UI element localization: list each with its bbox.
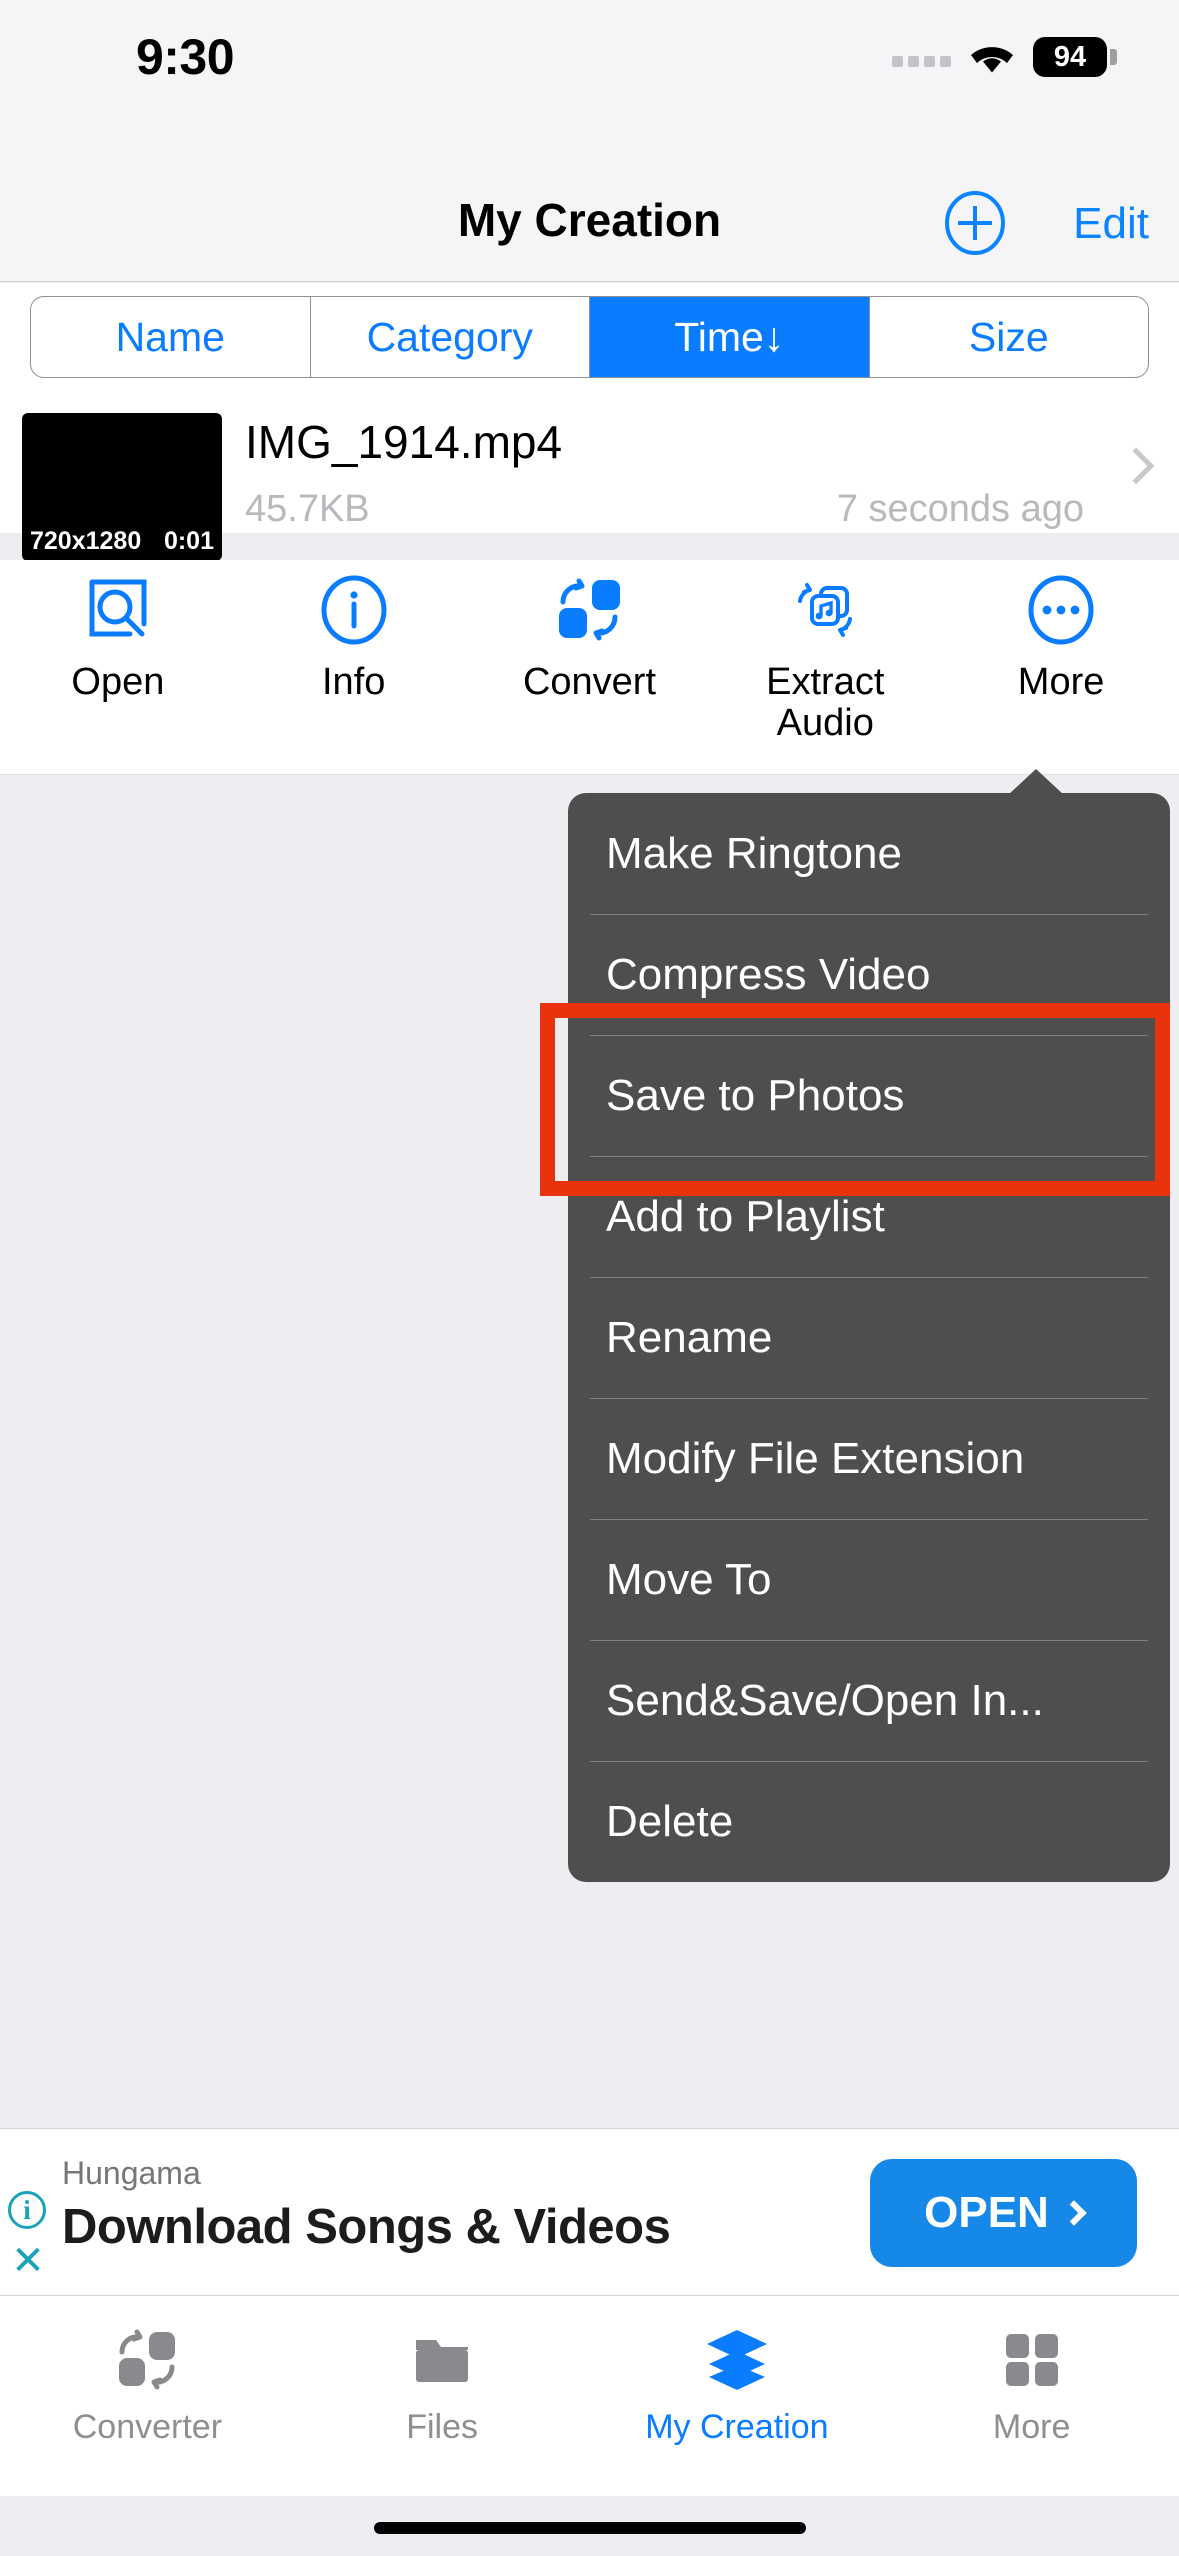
action-open[interactable]: Open [0, 560, 236, 774]
wifi-icon [967, 38, 1017, 76]
status-time: 9:30 [135, 29, 235, 85]
ad-headline: Download Songs & Videos [62, 2200, 671, 2254]
menu-item-modify-file-extension[interactable]: Modify File Extension [568, 1398, 1170, 1519]
sort-segment-size[interactable]: Size [870, 297, 1149, 377]
tab-my-creation[interactable]: My Creation [590, 2296, 885, 2496]
document-search-icon [80, 572, 156, 648]
signal-dots-icon [892, 47, 951, 67]
tab-my-creation-label: My Creation [645, 2408, 829, 2446]
navigation-bar: My Creation Edit [0, 175, 1179, 282]
action-extract-audio-label: Extract Audio [766, 661, 885, 745]
action-info[interactable]: Info [236, 560, 472, 774]
convert-icon [111, 2324, 183, 2396]
action-more[interactable]: More [943, 560, 1179, 774]
action-info-label: Info [322, 661, 386, 703]
layers-icon [701, 2324, 773, 2396]
edit-button[interactable]: Edit [1073, 199, 1149, 249]
battery-indicator: 94 [1033, 37, 1117, 77]
folder-icon [406, 2324, 478, 2396]
ellipsis-circle-icon [1023, 572, 1099, 648]
tab-converter-label: Converter [72, 2408, 223, 2446]
info-circle-icon [316, 572, 392, 648]
menu-item-add-to-playlist[interactable]: Add to Playlist [568, 1156, 1170, 1277]
close-icon[interactable]: ✕ [10, 2241, 46, 2281]
thumbnail-overlay: 720x1280 0:01 [22, 527, 222, 556]
popup-arrow-icon [1008, 769, 1064, 795]
home-indicator[interactable] [373, 2522, 806, 2534]
menu-item-compress-video[interactable]: Compress Video [568, 914, 1170, 1035]
chevron-right-icon [1061, 2200, 1087, 2226]
sort-segmented-control[interactable]: Name Category Time↓ Size [30, 296, 1149, 378]
action-open-label: Open [71, 661, 165, 703]
action-convert-label: Convert [522, 661, 657, 703]
tab-more-label: More [992, 2408, 1071, 2446]
tab-bar: Converter Files My Creation More [0, 2296, 1179, 2496]
battery-level: 94 [1033, 37, 1107, 77]
battery-tip-icon [1110, 49, 1117, 65]
ad-advertiser: Hungama [62, 2155, 201, 2191]
tab-more[interactable]: More [884, 2296, 1179, 2496]
extract-audio-icon [787, 572, 863, 648]
menu-item-move-to[interactable]: Move To [568, 1519, 1170, 1640]
menu-item-rename[interactable]: Rename [568, 1277, 1170, 1398]
more-options-popup: Make Ringtone Compress Video Save to Pho… [568, 769, 1170, 1882]
grid-icon [996, 2324, 1068, 2396]
sort-segment-name[interactable]: Name [31, 297, 311, 377]
app-screen: 9:30 94 My Creation Edit Name Category T… [0, 0, 1179, 2556]
status-indicators: 94 [892, 30, 1117, 84]
info-icon[interactable]: i [8, 2191, 46, 2229]
status-bar: 9:30 94 [0, 0, 1179, 175]
file-list-item[interactable]: 720x1280 0:01 IMG_1914.mp4 45.7KB 7 seco… [0, 393, 1179, 561]
convert-icon [551, 572, 627, 648]
ad-banner[interactable]: i ✕ Hungama Download Songs & Videos OPEN [0, 2128, 1179, 2296]
sort-bar: Name Category Time↓ Size [0, 283, 1179, 393]
menu-item-send-save-open-in[interactable]: Send&Save/Open In... [568, 1640, 1170, 1761]
thumbnail-resolution: 720x1280 [30, 527, 142, 555]
chevron-right-icon[interactable] [1117, 447, 1155, 485]
file-timestamp: 7 seconds ago [836, 488, 1084, 530]
plus-circle-icon[interactable] [943, 191, 1007, 255]
tab-converter[interactable]: Converter [0, 2296, 295, 2496]
menu-item-delete[interactable]: Delete [568, 1761, 1170, 1882]
menu-item-save-to-photos[interactable]: Save to Photos [568, 1035, 1170, 1156]
file-action-toolbar: Open Info Convert Extract Audio More [0, 560, 1179, 775]
action-more-label: More [1017, 661, 1105, 703]
action-extract-audio[interactable]: Extract Audio [707, 560, 943, 774]
menu-item-make-ringtone[interactable]: Make Ringtone [568, 793, 1170, 914]
thumbnail-duration: 0:01 [163, 527, 214, 555]
file-size: 45.7KB [245, 488, 370, 530]
sort-segment-category[interactable]: Category [311, 297, 590, 377]
ad-open-label: OPEN [924, 2188, 1049, 2237]
action-extract-audio-line1: Extract [766, 661, 885, 703]
sort-segment-time[interactable]: Time↓ [590, 297, 870, 377]
video-thumbnail[interactable]: 720x1280 0:01 [22, 413, 222, 561]
tab-files[interactable]: Files [295, 2296, 590, 2496]
tab-files-label: Files [406, 2408, 479, 2446]
action-extract-audio-line2: Audio [776, 702, 874, 745]
action-convert[interactable]: Convert [472, 560, 708, 774]
ad-open-button[interactable]: OPEN [870, 2159, 1137, 2267]
file-name: IMG_1914.mp4 [245, 416, 563, 468]
